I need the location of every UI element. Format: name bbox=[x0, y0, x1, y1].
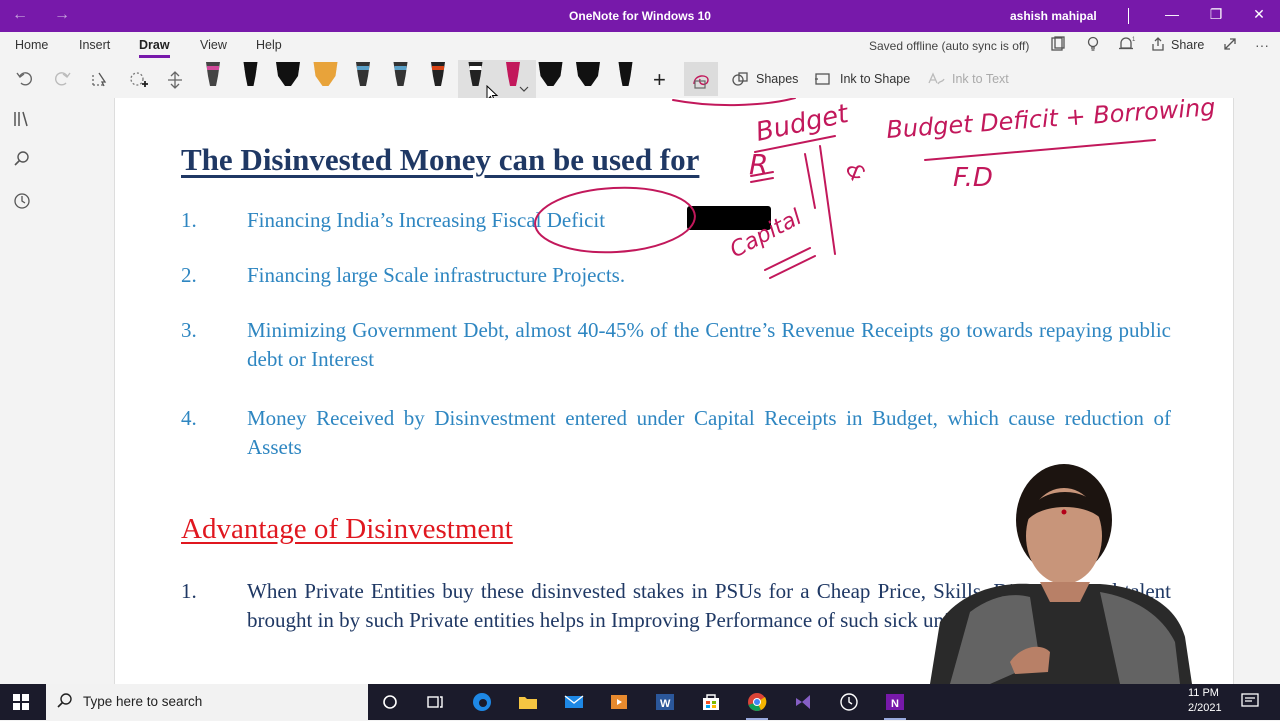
clock-time: 11 PM bbox=[1188, 687, 1219, 699]
share-button[interactable]: Share bbox=[1171, 38, 1204, 52]
search-icon bbox=[56, 692, 74, 715]
clock-app-icon[interactable] bbox=[836, 690, 862, 714]
list-number: 1. bbox=[181, 579, 197, 603]
redaction-mark bbox=[687, 206, 771, 230]
ink-underline bbox=[750, 171, 774, 183]
taskbar-search[interactable]: Type here to search bbox=[46, 684, 368, 720]
ink-stroke bbox=[804, 153, 816, 209]
pen-6-icon[interactable] bbox=[393, 62, 408, 86]
taskbar-clock[interactable]: 11 PM 2/2021 bbox=[1188, 686, 1222, 716]
restore-icon[interactable]: ❐ bbox=[1206, 6, 1226, 23]
pen-5-icon[interactable] bbox=[356, 62, 370, 86]
ink-to-text-icon bbox=[927, 71, 945, 92]
ink-to-shape-icon[interactable] bbox=[814, 71, 832, 92]
pen-9-icon[interactable] bbox=[506, 62, 520, 86]
list-number: 4. bbox=[181, 406, 197, 430]
svg-text:1: 1 bbox=[1132, 37, 1136, 43]
file-explorer-icon[interactable] bbox=[515, 690, 541, 714]
tab-insert[interactable]: Insert bbox=[79, 38, 110, 52]
bell-icon[interactable]: 1 bbox=[1118, 36, 1136, 56]
onenote-icon[interactable]: N bbox=[882, 690, 908, 720]
draw-toolbar: + Shapes Ink to Shape Ink to Text bbox=[0, 60, 1280, 104]
ink-stroke bbox=[754, 135, 836, 153]
more-options-icon[interactable]: ··· bbox=[1255, 37, 1269, 53]
recent-notes-icon[interactable] bbox=[13, 192, 31, 214]
visual-studio-icon[interactable] bbox=[790, 690, 816, 714]
pen-8-icon[interactable] bbox=[468, 62, 483, 86]
tab-view[interactable]: View bbox=[200, 38, 227, 52]
pen-12-icon[interactable] bbox=[618, 62, 633, 86]
list-number: 1. bbox=[181, 208, 197, 232]
pen-7-icon[interactable] bbox=[431, 62, 445, 86]
windows-taskbar: Type here to search W N 11 PM 2/2021 bbox=[0, 684, 1280, 720]
pen-1-icon[interactable] bbox=[206, 62, 220, 86]
ink-stroke bbox=[819, 145, 836, 255]
search-placeholder: Type here to search bbox=[83, 694, 203, 709]
shapes-icon[interactable] bbox=[731, 71, 749, 92]
search-icon[interactable] bbox=[13, 150, 31, 172]
word-icon[interactable]: W bbox=[652, 690, 678, 714]
list-text: Money Received by Disinvestment entered … bbox=[247, 406, 1171, 459]
expand-icon[interactable] bbox=[1222, 36, 1238, 56]
ink-fraction-line bbox=[924, 139, 1156, 161]
left-rail bbox=[0, 98, 46, 684]
shapes-button[interactable]: Shapes bbox=[756, 72, 798, 86]
ink-text-amp: & bbox=[840, 159, 870, 186]
title-bar: ← → OneNote for Windows 10 ashish mahipa… bbox=[0, 0, 1280, 32]
ink-text-budget: Budget bbox=[753, 99, 851, 148]
pen-4-icon[interactable] bbox=[313, 62, 338, 86]
tab-help[interactable]: Help bbox=[256, 38, 282, 52]
list-number: 3. bbox=[181, 318, 197, 342]
section-heading: Advantage of Disinvestment bbox=[181, 513, 513, 545]
ribbon-tabs: Home Insert Draw View Help Saved offline… bbox=[0, 32, 1280, 60]
ink-to-text-button: Ink to Text bbox=[952, 72, 1009, 86]
list-text: Minimizing Government Debt, almost 40-45… bbox=[247, 318, 1171, 371]
edge-icon[interactable] bbox=[469, 690, 495, 714]
title-separator bbox=[1128, 8, 1129, 24]
svg-text:W: W bbox=[660, 698, 671, 710]
notebooks-icon[interactable] bbox=[13, 110, 33, 132]
svg-text:N: N bbox=[891, 698, 899, 710]
minimize-icon[interactable]: — bbox=[1162, 6, 1182, 22]
ink-to-shape-button[interactable]: Ink to Shape bbox=[840, 72, 910, 86]
list-number: 2. bbox=[181, 263, 197, 287]
presenter-video-overlay bbox=[930, 464, 1192, 684]
pen-10-icon[interactable] bbox=[538, 62, 563, 86]
pen-3-icon[interactable] bbox=[276, 62, 300, 86]
media-player-icon[interactable] bbox=[606, 690, 632, 714]
tab-home[interactable]: Home bbox=[15, 38, 48, 52]
pen-tray bbox=[206, 62, 633, 92]
clock-date: 2/2021 bbox=[1188, 702, 1222, 714]
chrome-icon[interactable] bbox=[744, 690, 770, 720]
ink-text-fd: F.D bbox=[953, 163, 993, 193]
pen-2-icon[interactable] bbox=[243, 62, 258, 86]
mail-icon[interactable] bbox=[561, 690, 587, 714]
cortana-icon[interactable] bbox=[377, 690, 403, 714]
ink-replay-button[interactable] bbox=[684, 62, 718, 96]
store-icon[interactable] bbox=[698, 690, 724, 714]
notebook-icon[interactable] bbox=[1050, 36, 1066, 56]
user-name[interactable]: ashish mahipal bbox=[1010, 9, 1097, 23]
lightbulb-icon[interactable] bbox=[1085, 36, 1101, 56]
ink-stroke bbox=[672, 98, 796, 107]
chevron-down-icon[interactable] bbox=[519, 86, 529, 92]
close-icon[interactable]: ✕ bbox=[1249, 6, 1269, 23]
share-icon[interactable] bbox=[1150, 36, 1166, 56]
page-heading: The Disinvested Money can be used for bbox=[181, 142, 700, 177]
pen-11-icon[interactable] bbox=[576, 62, 600, 86]
sync-status: Saved offline (auto sync is off) bbox=[869, 39, 1030, 53]
list-text: Financing large Scale infrastructure Pro… bbox=[247, 263, 626, 287]
ink-text-budget-deficit: Budget Deficit + Borrowing bbox=[885, 98, 1216, 144]
add-pen-icon[interactable]: + bbox=[653, 67, 666, 93]
tab-draw[interactable]: Draw bbox=[139, 38, 170, 58]
task-view-icon[interactable] bbox=[422, 690, 448, 714]
notifications-icon[interactable] bbox=[1240, 692, 1260, 714]
ink-text-r: R bbox=[749, 148, 768, 181]
windows-start-icon[interactable] bbox=[12, 693, 30, 716]
